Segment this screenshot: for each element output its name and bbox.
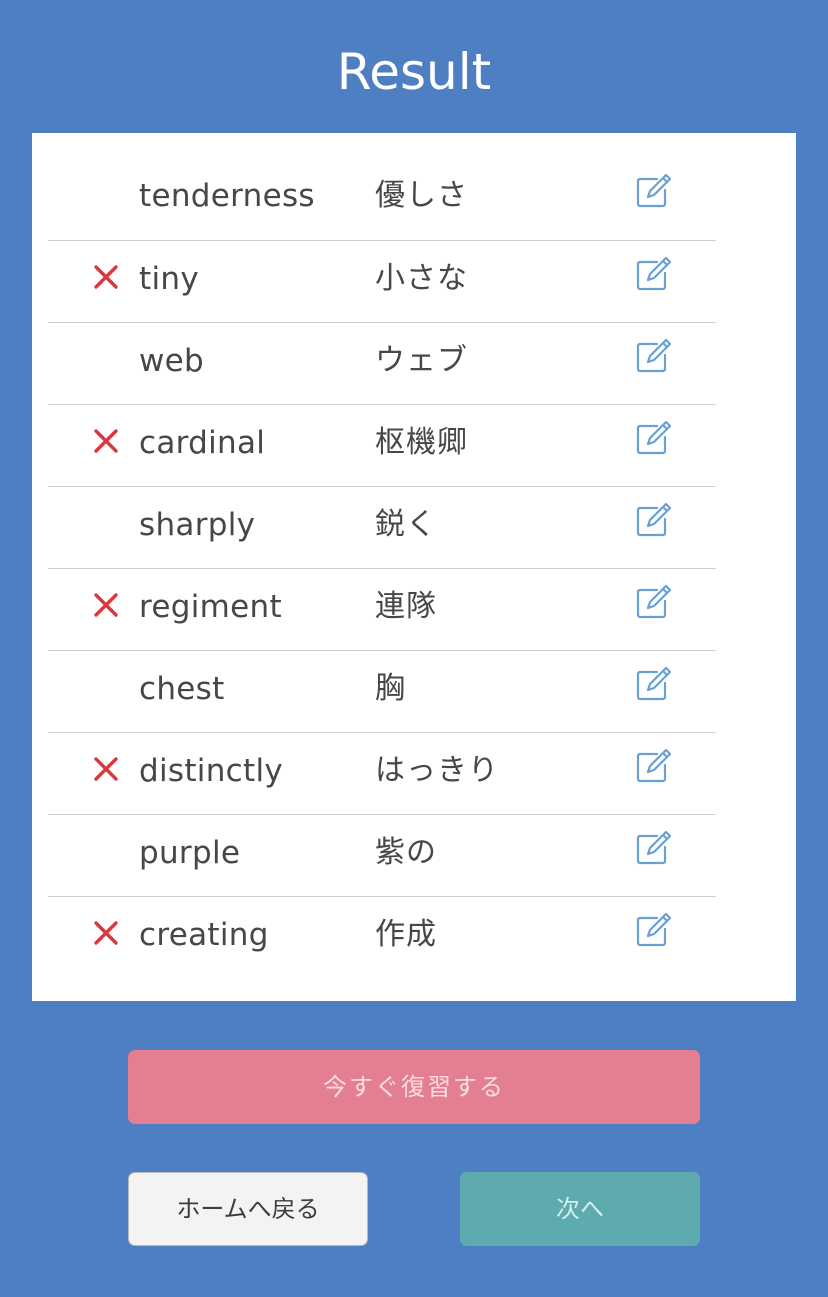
edit-icon[interactable]: [635, 173, 673, 209]
edit-icon[interactable]: [635, 502, 673, 538]
edit-icon[interactable]: [635, 256, 673, 292]
word-text: tiny: [139, 261, 199, 297]
cross-icon: [92, 755, 120, 783]
list-item: tiny 小さな: [48, 240, 716, 322]
list-item: sharply 鋭く: [48, 486, 716, 568]
meaning-text: 優しさ: [375, 178, 468, 213]
list-item: web ウェブ: [48, 322, 716, 404]
word-text: cardinal: [139, 425, 266, 461]
meaning-text: 鋭く: [375, 507, 437, 542]
list-item: cardinal 枢機卿: [48, 404, 716, 486]
meaning-text: ウェブ: [375, 343, 468, 378]
word-text: regiment: [139, 589, 282, 625]
list-item: regiment 連隊: [48, 568, 716, 650]
meaning-text: 紫の: [375, 835, 437, 870]
edit-icon[interactable]: [635, 912, 673, 948]
list-item: tenderness 優しさ: [48, 158, 716, 240]
page-title: Result: [336, 43, 492, 101]
review-now-button[interactable]: 今すぐ復習する: [128, 1050, 700, 1124]
edit-icon[interactable]: [635, 666, 673, 702]
cross-icon: [92, 263, 120, 291]
edit-icon[interactable]: [635, 748, 673, 784]
cross-icon: [92, 591, 120, 619]
cross-icon: [92, 427, 120, 455]
word-text: distinctly: [139, 753, 284, 789]
word-text: tenderness: [139, 178, 315, 214]
meaning-text: 胸: [375, 671, 406, 706]
results-list: tenderness 優しさ tiny 小さな web ウェブ cardinal…: [48, 158, 716, 978]
meaning-text: 小さな: [375, 261, 468, 296]
edit-icon[interactable]: [635, 584, 673, 620]
word-text: web: [139, 343, 205, 379]
cross-icon: [92, 919, 120, 947]
edit-icon[interactable]: [635, 420, 673, 456]
meaning-text: 連隊: [375, 589, 437, 624]
home-button[interactable]: ホームへ戻る: [128, 1172, 368, 1246]
word-text: creating: [139, 917, 269, 953]
edit-icon[interactable]: [635, 830, 673, 866]
edit-icon[interactable]: [635, 338, 673, 374]
list-item: distinctly はっきり: [48, 732, 716, 814]
meaning-text: 作成: [375, 917, 437, 952]
word-text: purple: [139, 835, 241, 871]
meaning-text: 枢機卿: [375, 425, 468, 460]
list-item: purple 紫の: [48, 814, 716, 896]
meaning-text: はっきり: [375, 753, 499, 788]
list-item: chest 胸: [48, 650, 716, 732]
next-button[interactable]: 次へ: [460, 1172, 700, 1246]
word-text: chest: [139, 671, 225, 707]
list-item: creating 作成: [48, 896, 716, 978]
word-text: sharply: [139, 507, 256, 543]
